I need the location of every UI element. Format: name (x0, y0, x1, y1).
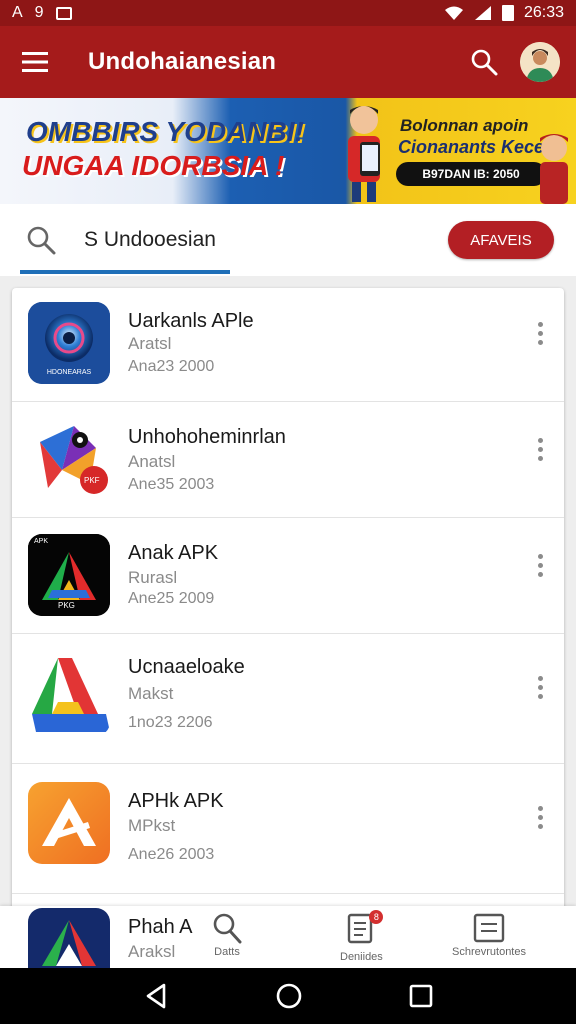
search-person-icon (213, 913, 242, 944)
mascot-illustration (348, 106, 380, 202)
back-icon[interactable] (142, 982, 170, 1010)
icon-caption-secondary: PKG (58, 601, 75, 610)
icon-caption: PKF (84, 476, 100, 485)
avatar[interactable] (520, 42, 560, 82)
notification-icon (55, 6, 72, 20)
app-list: HDONEARAS Uarkanls APle Aratsl Ana23 200… (12, 288, 564, 968)
partial-app-name: Phah A (128, 916, 193, 938)
avatar-icon (520, 42, 560, 82)
list-icon (473, 913, 505, 943)
app-developer: Makst (128, 684, 174, 703)
app-title: Undohaianesian (88, 48, 277, 75)
status-bar: A 9 26:33 (0, 0, 576, 26)
partial-app-icon[interactable] (28, 908, 110, 968)
promo-banner[interactable]: OMBBIRS YODANBI! UNGAA IDORBSIA ! Bolonn… (0, 98, 576, 204)
wifi-icon (444, 6, 463, 20)
status-digit: 9 (34, 4, 44, 21)
more-options-icon[interactable] (528, 434, 552, 464)
app-meta: Ane26 2003 (128, 846, 215, 863)
app-developer: Rurasl (128, 568, 178, 587)
green-triangle-icon (28, 654, 110, 736)
status-time: 26:33 (523, 4, 564, 21)
status-letter: A (12, 4, 23, 21)
bottom-navigation: Phah A Araksl Datts 8 Deniides Schrevrut… (0, 906, 576, 968)
banner-caption-1: Bolonnan apoin (400, 116, 529, 135)
search-query[interactable]: S Undooesian (84, 228, 216, 252)
banner-date-pill: B97DAN IB: 2050 (396, 162, 546, 186)
nav-item-datts[interactable]: Datts (210, 912, 244, 958)
search-icon (27, 226, 56, 255)
list-item[interactable]: HDONEARAS Uarkanls APle Aratsl Ana23 200… (12, 288, 564, 402)
banner-subheadline: UNGAA IDORBSIA ! (22, 150, 285, 181)
recents-icon[interactable] (408, 983, 434, 1009)
search-button[interactable] (456, 34, 512, 90)
more-options-icon[interactable] (528, 802, 552, 832)
app-meta: Ane25 2009 (128, 590, 215, 607)
app-name: Anak APK (128, 542, 219, 564)
app-meta: Ane35 2003 (128, 476, 215, 493)
list-item[interactable]: Ucnaaeloake Makst 1no23 2206 (12, 634, 564, 764)
camera-lens-icon: HDONEARAS (28, 302, 110, 384)
list-item[interactable]: PKF Unhohoheminrlan Anatsl Ane35 2003 (12, 402, 564, 518)
triangle-graphic (42, 798, 96, 846)
active-tab-indicator (20, 270, 230, 274)
notification-badge: 8 (369, 910, 384, 924)
app-name: Unhohoheminrlan (128, 426, 286, 448)
app-bar: Undohaianesian (0, 26, 576, 98)
menu-icon (22, 52, 48, 72)
nav-label: Deniides (340, 951, 383, 963)
app-screen: A 9 26:33 Undohaianesian OMBBIRS YODANBI… (0, 0, 576, 1024)
home-icon[interactable] (275, 982, 303, 1010)
app-name: Uarkanls APle (128, 310, 254, 332)
triangle-graphic (42, 920, 96, 966)
icon-caption: HDONEARAS (46, 369, 92, 376)
colorful-fold-icon: PKF (28, 418, 110, 500)
battery-icon (501, 5, 514, 21)
system-navigation-bar (0, 968, 576, 1024)
app-developer: Aratsl (128, 334, 172, 353)
list-item[interactable]: APK PKG Anak APK Rurasl Ane25 2009 (12, 518, 564, 634)
icon-caption: APK (34, 538, 49, 545)
document-icon-wrap: 8 (345, 910, 384, 949)
app-developer: MPkst (128, 816, 176, 835)
apk-triangle-icon: APK PKG (28, 534, 110, 616)
nav-item-deniides[interactable]: 8 Deniides (340, 910, 384, 963)
nav-label: Datts (214, 946, 240, 958)
menu-button[interactable] (0, 26, 70, 98)
fold-graphic (40, 426, 108, 494)
more-options-icon[interactable] (528, 550, 552, 580)
more-options-icon[interactable] (528, 318, 552, 348)
search-bar: S Undooesian AFAVEIS (0, 204, 576, 276)
app-meta: Ana23 2000 (128, 358, 215, 375)
search-field-icon-wrap[interactable] (26, 225, 74, 255)
partial-app-developer: Araksl (128, 942, 176, 961)
orange-triangle-icon (28, 782, 110, 864)
favorites-button[interactable]: AFAVEIS (448, 221, 554, 259)
app-name: Ucnaaeloake (128, 656, 245, 678)
child-illustration (540, 134, 568, 204)
search-icon (471, 49, 498, 76)
triangle-graphic (32, 658, 110, 732)
app-name: APHk APK (128, 790, 224, 812)
banner-headline: OMBBIRS YODANBI! (26, 116, 304, 147)
list-item[interactable]: APHk APK MPkst Ane26 2003 (12, 764, 564, 894)
nav-label: Schrevrutontes (452, 946, 526, 958)
signal-icon (474, 6, 491, 20)
app-meta: 1no23 2206 (128, 714, 213, 731)
more-options-icon[interactable] (528, 672, 552, 702)
app-developer: Anatsl (128, 452, 176, 471)
nav-item-schrevrutontes[interactable]: Schrevrutontes (452, 912, 526, 958)
